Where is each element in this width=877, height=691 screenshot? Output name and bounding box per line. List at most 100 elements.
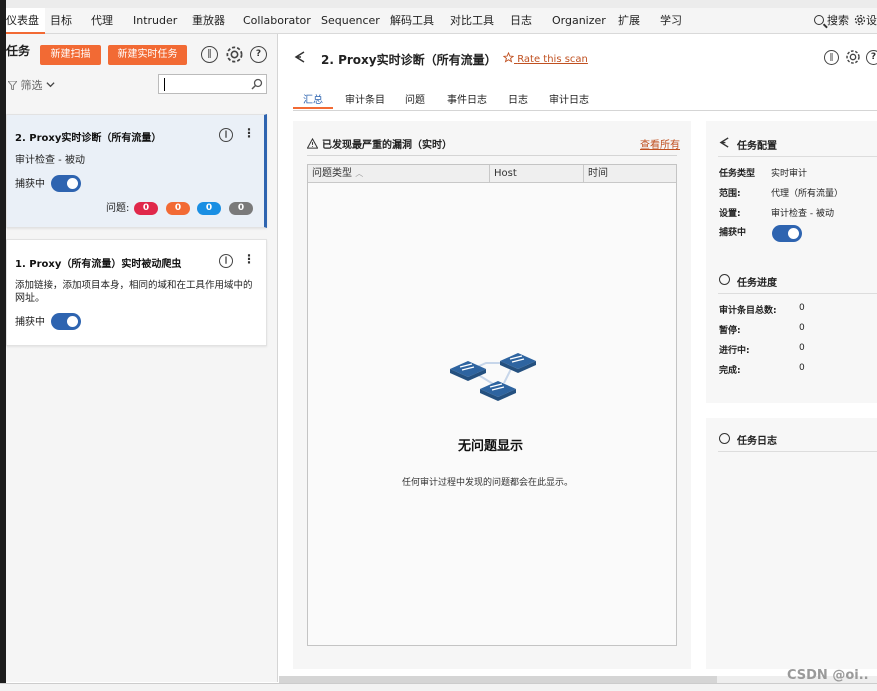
search-icon [251,78,263,90]
more-icon[interactable]: ⋮ [243,127,255,139]
sort-asc-icon: ︿ [355,169,364,178]
low-issues-count: 0 [197,202,221,215]
task-search-input[interactable] [158,74,267,94]
warning-icon [306,137,319,149]
task-title: 2. Proxy实时诊断（所有流量） [15,133,162,144]
progress-total-key: 审计条目总数: [719,306,777,316]
capture-label: 捕获中 [15,317,45,328]
column-issue-type-label: 问题类型 [312,168,352,179]
title-strip [0,0,877,8]
table-header: 问题类型 ︿ Host 时间 [308,165,676,183]
back-arrow-icon [719,137,729,148]
issues-divider [307,155,677,156]
gear-icon [854,14,866,26]
view-all-link[interactable]: 查看所有 [640,136,680,151]
pause-icon[interactable]: ‖ [219,128,233,142]
menu-organizer[interactable]: Organizer [552,8,606,34]
column-time[interactable]: 时间 [584,165,676,182]
column-host[interactable]: Host [490,165,584,182]
gear-icon[interactable] [225,45,244,64]
global-search[interactable]: 搜索 [814,8,849,34]
config-settings-key: 设置: [719,209,741,219]
medium-issues-count: 0 [166,202,190,215]
help-icon[interactable]: ? [866,50,877,65]
pause-icon[interactable]: ‖ [219,254,233,268]
clock-icon [719,433,730,444]
high-issues-count: 0 [134,202,158,215]
task-detail-pane: 2. Proxy实时诊断（所有流量） Rate this scan ‖ ? 汇总… [279,34,877,682]
issues-table[interactable]: 问题类型 ︿ Host 时间 无问题显示 任何审计过程中发现的问题都会在此显示。 [307,164,677,646]
menu-sequencer[interactable]: Sequencer [321,8,380,34]
empty-state-text: 任何审计过程中发现的问题都会在此显示。 [402,478,574,488]
task-log-title: 任务日志 [737,436,777,447]
menu-extensions[interactable]: 扩展 [618,8,640,34]
config-scope-key: 范围: [719,189,741,199]
task-card-live-audit[interactable]: 2. Proxy实时诊断（所有流量） ‖ ⋮ 审计检查 - 被动 捕获中 问题:… [6,114,267,228]
tabs-divider [293,110,877,111]
tab-summary[interactable]: 汇总 [293,91,333,109]
menu-comparer[interactable]: 对比工具 [450,8,494,34]
menu-proxy[interactable]: 代理 [91,8,113,34]
new-live-task-button[interactable]: 新建实时任务 [108,45,187,65]
config-capture-label: 捕获中 [719,228,747,238]
task-description-line1: 添加链接，添加项目本身，相同的域和在工具作用域中的 [15,280,253,291]
back-arrow-icon[interactable] [294,51,306,63]
filter-button[interactable]: 筛选 [7,77,55,93]
progress-title: 任务进度 [737,278,777,289]
rate-scan-link[interactable]: Rate this scan [502,51,588,65]
task-config: 审计检查 - 被动 [15,155,85,166]
capture-toggle[interactable] [51,175,81,192]
progress-inprogress-value: 0 [799,343,805,353]
menu-decoder[interactable]: 解码工具 [390,8,434,34]
task-title: 1. Proxy（所有流量）实时被动爬虫 [15,259,182,270]
task-log-divider [718,451,877,452]
progress-divider [718,293,877,294]
pause-all-icon[interactable]: ‖ [201,46,218,63]
help-icon[interactable]: ? [250,46,267,63]
column-issue-type[interactable]: 问题类型 ︿ [308,165,490,182]
info-issues-count: 0 [229,202,253,215]
menu-bar: 仪表盘 目标 代理 Intruder 重放器 Collaborator Sequ… [0,8,877,34]
menu-intruder[interactable]: Intruder [133,8,177,34]
horizontal-scrollbar[interactable] [279,676,717,683]
progress-done-key: 完成: [719,366,741,376]
issues-heading: 已发现最严重的漏洞（实时） [306,136,452,151]
tab-audit-items[interactable]: 审计条目 [345,91,385,109]
clock-icon [719,274,730,285]
watermark: CSDN @oi.. [787,668,869,683]
filter-label: 筛选 [20,79,43,92]
tasks-pane: 任务 新建扫描 新建实时任务 ‖ ? 筛选 2. Proxy实时诊断（所有流量）… [6,34,278,682]
empty-state-title: 无问题显示 [458,439,524,454]
settings-menu[interactable]: 设 [854,8,877,34]
menu-learn[interactable]: 学习 [660,8,682,34]
pause-icon[interactable]: ‖ [824,50,839,65]
menu-logger[interactable]: 日志 [510,8,532,34]
chevron-down-icon [46,82,55,88]
config-settings-value: 审计检查 - 被动 [771,209,834,219]
progress-done-value: 0 [799,363,805,373]
menu-repeater[interactable]: 重放器 [192,8,225,34]
menu-dashboard[interactable]: 仪表盘 [0,8,45,34]
progress-total-value: 0 [799,303,805,313]
tab-issues[interactable]: 问题 [405,91,425,109]
empty-state-illustration [450,353,536,401]
issues-heading-label: 已发现最严重的漏洞（实时） [322,140,452,151]
tab-audit-log[interactable]: 审计日志 [549,91,589,109]
more-icon[interactable]: ⋮ [243,253,255,265]
menu-collaborator[interactable]: Collaborator [243,8,311,34]
menu-target[interactable]: 目标 [50,8,72,34]
tab-event-log[interactable]: 事件日志 [447,91,487,109]
capture-toggle[interactable] [772,225,802,242]
config-content: 任务配置 任务类型 实时审计 范围: 代理（所有流量） 设置: 审计检查 - 被… [706,121,877,403]
search-icon [814,15,824,25]
progress-paused-value: 0 [799,323,805,333]
task-card-live-crawl[interactable]: 1. Proxy（所有流量）实时被动爬虫 ‖ ⋮ 添加链接，添加项目本身，相同的… [6,239,267,346]
task-description-line2: 网址。 [15,293,45,304]
capture-toggle[interactable] [51,313,81,330]
new-scan-button[interactable]: 新建扫描 [40,45,101,65]
search-label: 搜索 [827,14,849,27]
tab-logger[interactable]: 日志 [508,91,528,109]
gear-icon[interactable] [845,49,861,65]
rate-scan-label: Rate this scan [517,54,588,65]
tasks-title: 任务 [6,44,31,58]
